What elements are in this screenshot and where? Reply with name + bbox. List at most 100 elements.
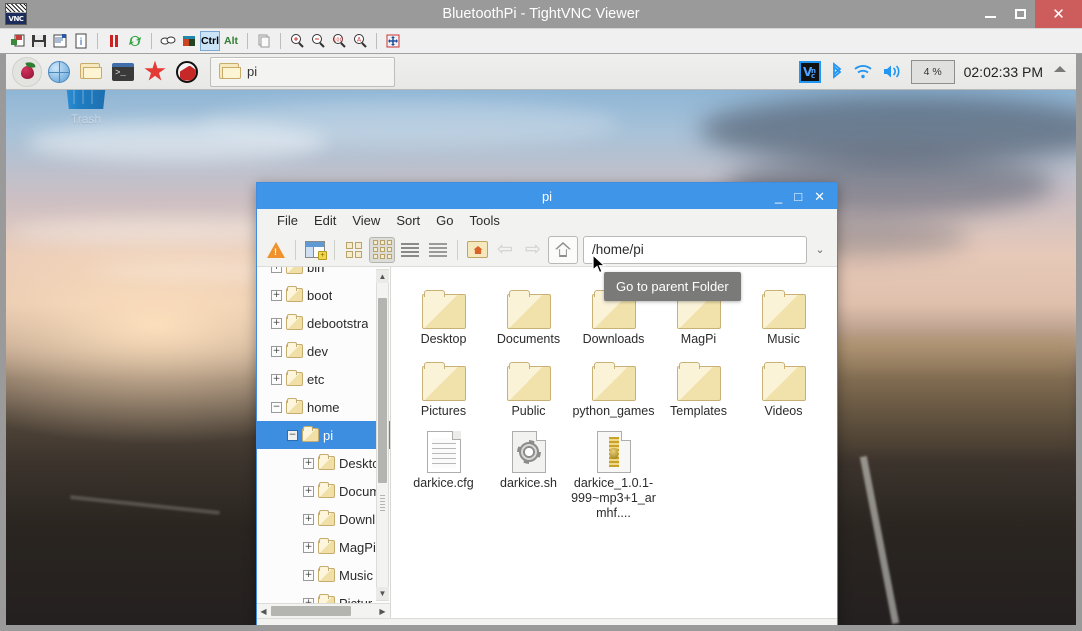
path-dropdown-icon[interactable]: ⌄ (809, 243, 831, 256)
tree-expander[interactable]: + (303, 485, 314, 497)
tree-expander[interactable]: + (303, 541, 314, 553)
path-input[interactable]: /home/pi (583, 235, 807, 264)
send-ctrl-alt-del-icon[interactable] (158, 31, 178, 51)
file-item-public[interactable]: Public (486, 349, 571, 419)
send-keys-icon[interactable] (179, 31, 199, 51)
warning-icon[interactable] (263, 237, 289, 263)
tree-item-music[interactable]: + Music (257, 561, 390, 589)
scroll-right-icon[interactable]: ▶ (376, 605, 389, 618)
file-item-darkice-cfg[interactable]: darkice.cfg (401, 421, 486, 521)
tree-vertical-scrollbar[interactable]: ▲ ▼ (376, 269, 389, 601)
up-button[interactable] (548, 235, 578, 264)
forward-button[interactable]: ⇨ (520, 237, 546, 263)
menu-view[interactable]: View (344, 211, 388, 230)
file-list-view[interactable]: Desktop Documents Downloads MagPi Music … (391, 267, 837, 618)
save-session-icon[interactable] (29, 31, 49, 51)
directory-tree[interactable]: + bin + boot + debootstra (257, 267, 390, 603)
file-item-templates[interactable]: Templates (656, 349, 741, 419)
tree-item-debootstrap[interactable]: + debootstra (257, 309, 390, 337)
tree-item-dev[interactable]: + dev (257, 337, 390, 365)
tree-item-bin[interactable]: + bin (257, 267, 390, 281)
file-item-music[interactable]: Music (741, 277, 826, 347)
zoom-in-icon[interactable] (287, 31, 307, 51)
file-item-videos[interactable]: Videos (741, 349, 826, 419)
file-manager-launcher[interactable] (76, 57, 106, 87)
alt-key-toggle[interactable]: Alt (221, 31, 241, 51)
terminal-launcher[interactable] (108, 57, 138, 87)
file-item-desktop[interactable]: Desktop (401, 277, 486, 347)
scrollbar-thumb[interactable] (271, 606, 351, 616)
volume-icon[interactable] (882, 63, 902, 80)
tree-expander[interactable]: + (271, 289, 282, 301)
connection-info-icon[interactable]: i (71, 31, 91, 51)
folder-icon (318, 454, 335, 470)
tree-expander[interactable]: + (271, 317, 282, 329)
tree-item-magpi[interactable]: + MagPi (257, 533, 390, 561)
cpu-usage-monitor[interactable]: 4 % (910, 59, 955, 84)
scroll-down-icon[interactable]: ▼ (376, 587, 389, 600)
menu-go[interactable]: Go (428, 211, 461, 230)
menu-file[interactable]: File (269, 211, 306, 230)
mathematica-launcher[interactable] (140, 57, 170, 87)
file-item-darkice-sh[interactable]: darkice.sh (486, 421, 571, 521)
view-thumbnail-button[interactable] (341, 237, 367, 263)
pause-icon[interactable] (104, 31, 124, 51)
tree-item-etc[interactable]: + etc (257, 365, 390, 393)
file-item-pictures[interactable]: Pictures (401, 349, 486, 419)
tree-item-desktop[interactable]: + Desktc (257, 449, 390, 477)
fullscreen-icon[interactable] (383, 31, 403, 51)
tree-expander[interactable]: + (303, 457, 314, 469)
wolfram-launcher[interactable] (172, 57, 202, 87)
menu-sort[interactable]: Sort (388, 211, 428, 230)
file-item-documents[interactable]: Documents (486, 277, 571, 347)
tree-expander[interactable]: + (271, 345, 282, 357)
zoom-auto-icon[interactable]: A (350, 31, 370, 51)
refresh-icon[interactable] (125, 31, 145, 51)
folder-icon (421, 355, 466, 401)
view-detailed-button[interactable] (425, 237, 451, 263)
back-button[interactable]: ⇦ (492, 237, 518, 263)
tree-expander[interactable]: + (303, 513, 314, 525)
view-icon-button[interactable] (369, 236, 395, 263)
remote-desktop-viewport[interactable]: Trash pi Vnc (0, 54, 1082, 631)
new-connection-icon[interactable] (8, 31, 28, 51)
tree-item-pictures[interactable]: + Pictur (257, 589, 390, 603)
tree-horizontal-scrollbar[interactable]: ◀ ▶ (257, 603, 390, 618)
tree-item-pi[interactable]: − pi (257, 421, 390, 449)
menu-edit[interactable]: Edit (306, 211, 344, 230)
vnc-minimize-button[interactable] (975, 0, 1005, 28)
home-button[interactable] (464, 237, 490, 263)
tree-expander[interactable]: − (287, 429, 298, 441)
tree-expander[interactable]: + (303, 569, 314, 581)
tree-expander[interactable]: − (271, 401, 282, 413)
menu-button[interactable] (12, 56, 42, 87)
web-browser-launcher[interactable] (44, 57, 74, 87)
new-tab-button[interactable]: + (302, 237, 328, 263)
view-compact-button[interactable] (397, 237, 423, 263)
tree-item-boot[interactable]: + boot (257, 281, 390, 309)
ctrl-key-toggle[interactable]: Ctrl (200, 31, 220, 51)
vnc-close-button[interactable]: ✕ (1035, 0, 1082, 28)
vnc-maximize-button[interactable] (1005, 0, 1035, 28)
taskbar-window-button-pi[interactable]: pi (210, 56, 395, 87)
tree-item-downloads[interactable]: + Downl (257, 505, 390, 533)
scroll-up-icon[interactable]: ▲ (376, 270, 389, 283)
file-item-darkice-deb[interactable]: darkice_1.0.1-999~mp3+1_armhf.... (571, 421, 656, 521)
zoom-100-icon[interactable]: 100 (329, 31, 349, 51)
wifi-icon[interactable] (853, 64, 873, 80)
menu-tools[interactable]: Tools (462, 211, 508, 230)
tree-expander[interactable]: + (271, 373, 282, 385)
tree-item-documents[interactable]: + Docum (257, 477, 390, 505)
scrollbar-thumb[interactable] (378, 298, 387, 483)
tree-item-home[interactable]: − home (257, 393, 390, 421)
connection-options-icon[interactable] (50, 31, 70, 51)
zoom-out-icon[interactable] (308, 31, 328, 51)
vnc-server-tray-icon[interactable]: Vnc (798, 60, 821, 83)
scroll-left-icon[interactable]: ◀ (257, 605, 270, 618)
bluetooth-icon[interactable] (830, 61, 844, 82)
clipboard-icon[interactable] (254, 31, 274, 51)
clock[interactable]: 02:02:33 PM (964, 64, 1043, 80)
eject-icon[interactable] (1052, 63, 1068, 81)
file-item-python-games[interactable]: python_games (571, 349, 656, 419)
tree-expander[interactable]: + (271, 267, 282, 273)
